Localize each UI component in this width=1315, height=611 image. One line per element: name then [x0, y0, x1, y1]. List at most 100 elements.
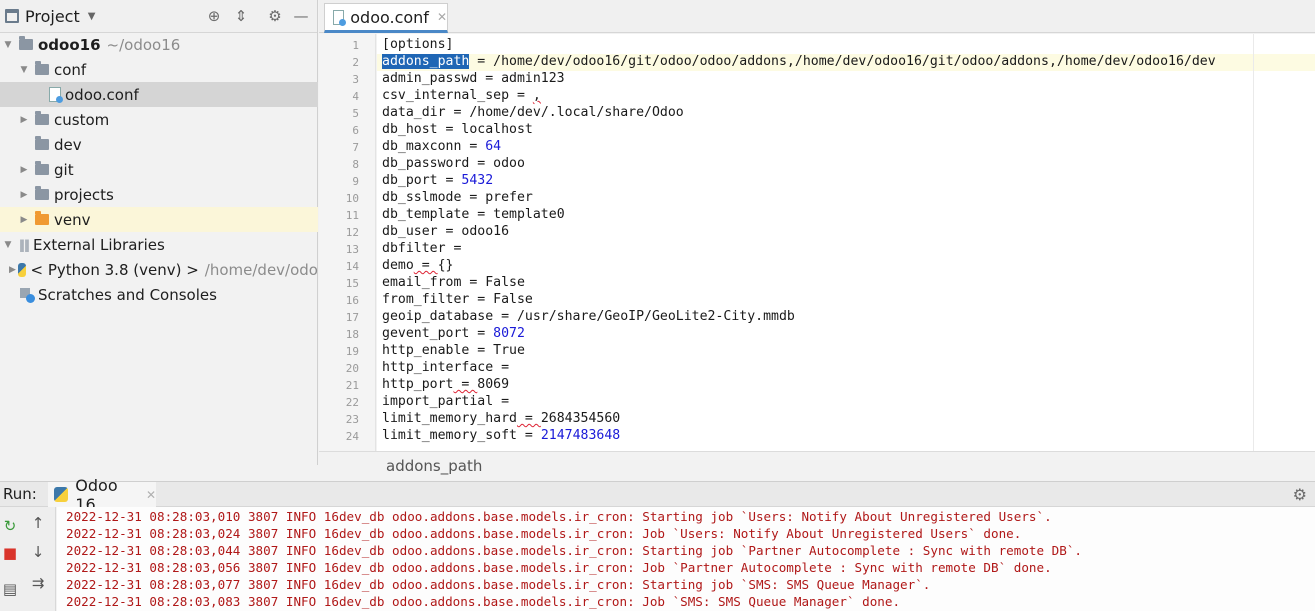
chevron-down-icon[interactable]: ▼	[2, 40, 14, 50]
config-key: csv_internal_sep	[382, 88, 510, 103]
project-view-selector[interactable]: Project	[25, 7, 80, 26]
line-number: 20	[345, 362, 359, 375]
chevron-right-icon[interactable]: ▶	[9, 265, 16, 275]
config-value: 8072	[493, 326, 525, 341]
chevron-down-icon[interactable]: ▼	[88, 11, 96, 22]
chevron-right-icon[interactable]: ▶	[18, 215, 30, 225]
config-key: gevent_port	[382, 326, 470, 341]
config-key: http_interface	[382, 360, 494, 375]
config-file-icon	[333, 9, 347, 26]
line-number: 4	[352, 90, 359, 103]
config-value: odoo	[493, 156, 525, 171]
python-icon	[54, 487, 69, 502]
equals-sign: =	[469, 54, 494, 69]
project-view-icon	[5, 9, 19, 23]
line-number: 18	[345, 328, 359, 341]
soft-wrap-icon[interactable]: ⇉	[28, 573, 48, 593]
folder-icon	[35, 161, 49, 175]
tree-item-odoo-conf[interactable]: odoo.conf	[0, 82, 318, 107]
tree-item-scratches-and-consoles[interactable]: Scratches and Consoles	[0, 282, 318, 307]
close-icon[interactable]: ✕	[146, 488, 156, 502]
tree-item-label: dev	[54, 135, 82, 154]
config-key: admin_passwd	[382, 71, 478, 86]
chevron-down-icon[interactable]: ▼	[18, 65, 30, 75]
close-icon[interactable]: ✕	[437, 10, 447, 24]
config-key: import_partial	[382, 394, 494, 409]
chevron-down-icon[interactable]: ▼	[2, 240, 14, 250]
equals-sign: =	[461, 275, 486, 290]
config-value: localhost	[461, 122, 533, 137]
equals-sign: =	[437, 224, 462, 239]
code-editor[interactable]: [options] addons_path = /home/dev/odoo16/…	[377, 34, 1315, 451]
config-key: from_filter	[382, 292, 470, 307]
line-number: 13	[345, 243, 359, 256]
layout-icon[interactable]: ▤	[0, 579, 20, 599]
equals-sign: =	[437, 122, 462, 137]
config-value: odoo16	[461, 224, 510, 239]
line-number: 24	[345, 430, 359, 443]
rerun-icon[interactable]: ↻	[0, 516, 20, 536]
chevron-right-icon[interactable]: ▶	[18, 115, 30, 125]
scratches-icon	[19, 287, 35, 303]
chevron-right-icon[interactable]: ▶	[18, 165, 30, 175]
libraries-icon: ‖‖	[19, 237, 30, 252]
console-output[interactable]: 2022-12-31 08:28:03,010 3807 INFO 16dev_…	[57, 507, 1315, 611]
arrow-down-icon[interactable]: ↓	[28, 542, 48, 562]
tab-label: odoo.conf	[350, 7, 429, 27]
config-key: dbfilter	[382, 241, 446, 256]
tree-item-label: External Libraries	[33, 235, 165, 254]
folder-icon	[19, 36, 33, 50]
code-line: from_filter = False	[382, 292, 533, 307]
config-value: False	[485, 275, 525, 290]
code-line: geoip_database = /usr/share/GeoIP/GeoLit…	[382, 309, 795, 324]
code-line: limit_memory_soft = 2147483648	[382, 428, 620, 443]
code-line: addons_path = /home/dev/odoo16/git/odoo/…	[382, 54, 1216, 69]
tree-item-odoo16[interactable]: ▼ odoo16 ~/odoo16	[0, 32, 318, 57]
tree-item-git[interactable]: ▶ git	[0, 157, 318, 182]
code-line: limit_memory_hard = 2684354560	[382, 411, 620, 426]
config-key: db_sslmode	[382, 190, 462, 205]
code-line: admin_passwd = admin123	[382, 71, 565, 86]
tree-item-projects[interactable]: ▶ projects	[0, 182, 318, 207]
line-number: 16	[345, 294, 359, 307]
gear-icon[interactable]: ⚙	[1293, 485, 1307, 504]
tree-item-label: projects	[54, 185, 114, 204]
project-panel-header: Project ▼ ⊕ ⇕ ⚙ —	[0, 0, 317, 33]
tree-item-dev[interactable]: dev	[0, 132, 318, 157]
log-line: 2022-12-31 08:28:03,010 3807 INFO 16dev_…	[66, 509, 1052, 524]
code-line: http_interface =	[382, 360, 509, 375]
tree-item-label: venv	[54, 210, 91, 229]
stop-icon[interactable]: ■	[0, 543, 20, 563]
code-line: data_dir = /home/dev/.local/share/Odoo	[382, 105, 684, 120]
config-key: email_from	[382, 275, 462, 290]
code-line: db_password = odoo	[382, 156, 525, 171]
chevron-right-icon[interactable]: ▶	[18, 190, 30, 200]
code-line: email_from = False	[382, 275, 525, 290]
gear-icon[interactable]: ⚙	[266, 7, 284, 25]
config-value: {}	[437, 258, 454, 273]
log-line: 2022-12-31 08:28:03,083 3807 INFO 16dev_…	[66, 594, 901, 609]
tree-item-venv[interactable]: ▶ venv	[0, 207, 318, 232]
code-line: http_enable = True	[382, 343, 525, 358]
arrow-up-icon[interactable]: ↑	[28, 513, 48, 533]
config-key: db_port	[382, 173, 438, 188]
collapse-all-icon[interactable]: ⇕	[232, 7, 250, 25]
log-line: 2022-12-31 08:28:03,077 3807 INFO 16dev_…	[66, 577, 931, 592]
tree-item-label: odoo.conf	[65, 85, 139, 104]
tree-item-python-3-8-venv[interactable]: ▶ < Python 3.8 (venv) > /home/dev/odo	[0, 257, 318, 282]
right-margin-guide	[1253, 34, 1254, 451]
editor-tab-bar: odoo.conf ✕	[319, 0, 1315, 33]
equals-sign: =	[437, 173, 462, 188]
breadcrumb-item[interactable]: addons_path	[386, 457, 482, 475]
locate-file-icon[interactable]: ⊕	[205, 7, 223, 25]
tree-item-label: custom	[54, 110, 110, 129]
hide-panel-icon[interactable]: —	[292, 7, 310, 25]
config-value: 5432	[461, 173, 494, 188]
line-number: 19	[345, 345, 359, 358]
tree-item-custom[interactable]: ▶ custom	[0, 107, 318, 132]
tree-item-external-libraries[interactable]: ▼ ‖‖ External Libraries	[0, 232, 318, 257]
tree-item-conf[interactable]: ▼ conf	[0, 57, 318, 82]
run-tab-odoo16[interactable]: Odoo 16 ✕	[48, 476, 156, 514]
tab-odoo-conf[interactable]: odoo.conf ✕	[324, 3, 448, 33]
config-value: admin123	[501, 71, 565, 86]
